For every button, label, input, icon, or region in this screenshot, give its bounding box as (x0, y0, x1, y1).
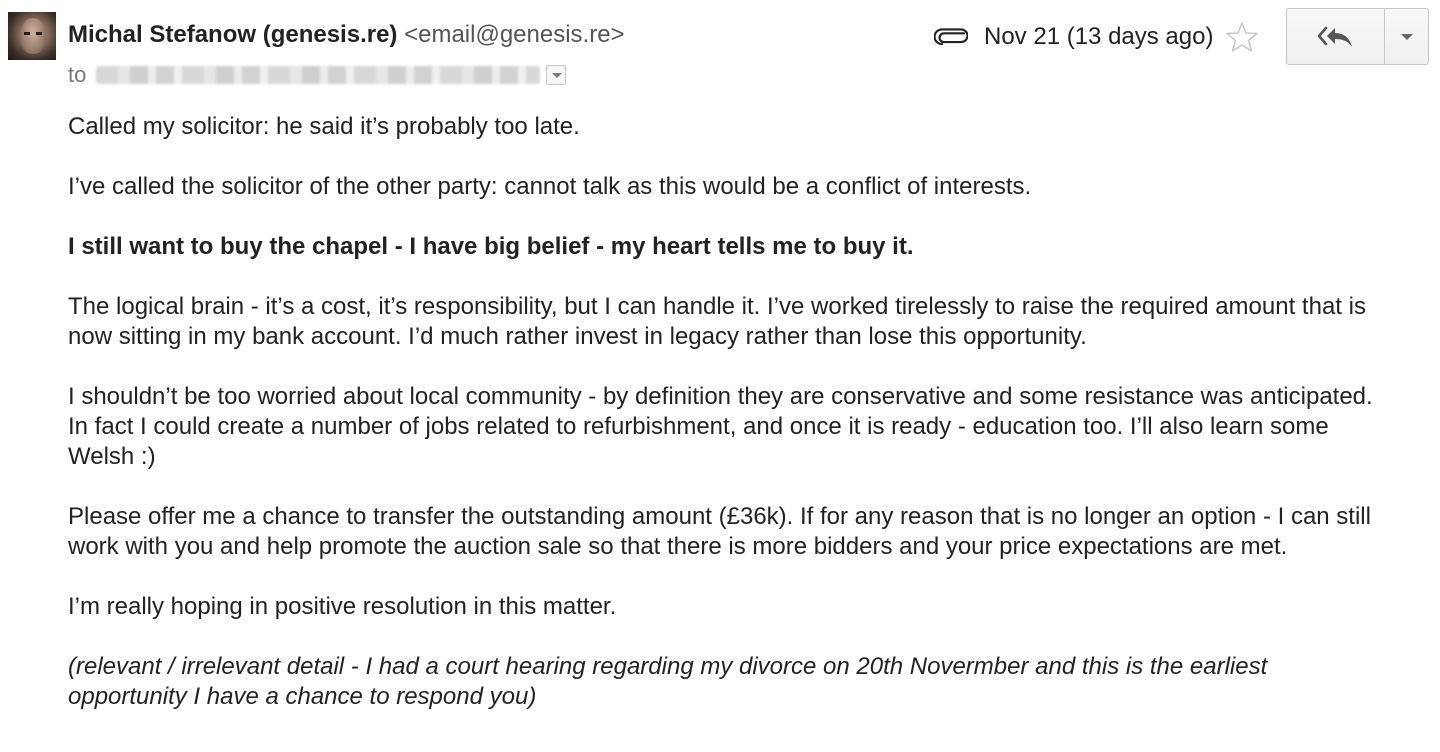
recipients-details-toggle[interactable] (546, 65, 567, 85)
body-paragraph: Called my solicitor: he said it’s probab… (68, 113, 580, 140)
body-paragraph: I shouldn’t be too worried about local c… (68, 383, 1373, 470)
star-icon[interactable] (1225, 20, 1259, 54)
message-body: Called my solicitor: he said it’s probab… (68, 112, 1388, 712)
recipients-redacted (96, 66, 541, 84)
avatar-face (20, 18, 46, 54)
message-meta: Nov 21 (13 days ago) (934, 20, 1259, 54)
sender-line: Michal Stefanow (genesis.re) <email@gene… (68, 20, 625, 50)
reply-button-group (1286, 8, 1429, 65)
sender-name[interactable]: Michal Stefanow (genesis.re) (68, 21, 397, 48)
body-paragraph: I’m really hoping in positive resolution… (68, 593, 617, 620)
avatar[interactable] (8, 12, 56, 60)
reply-all-icon (1317, 26, 1352, 47)
paperclip-icon (934, 28, 968, 46)
body-paragraph-italic: (relevant / irrelevant detail - I had a … (68, 653, 1268, 710)
reply-all-button[interactable] (1287, 9, 1385, 64)
to-label: to (68, 62, 87, 87)
body-paragraph-bold: I still want to buy the chapel - I have … (68, 233, 914, 260)
sender-email: <email@genesis.re> (404, 21, 625, 48)
avatar-eyes (24, 32, 42, 35)
chevron-down-icon (1400, 33, 1413, 40)
recipients-line: to (68, 61, 567, 89)
more-actions-button[interactable] (1385, 9, 1428, 64)
body-paragraph: I’ve called the solicitor of the other p… (68, 173, 1032, 200)
message-date: Nov 21 (13 days ago) (984, 23, 1214, 50)
email-message: Michal Stefanow (genesis.re) <email@gene… (0, 0, 1440, 752)
body-paragraph: Please offer me a chance to transfer the… (68, 503, 1371, 560)
body-paragraph: The logical brain - it’s a cost, it’s re… (68, 293, 1366, 350)
